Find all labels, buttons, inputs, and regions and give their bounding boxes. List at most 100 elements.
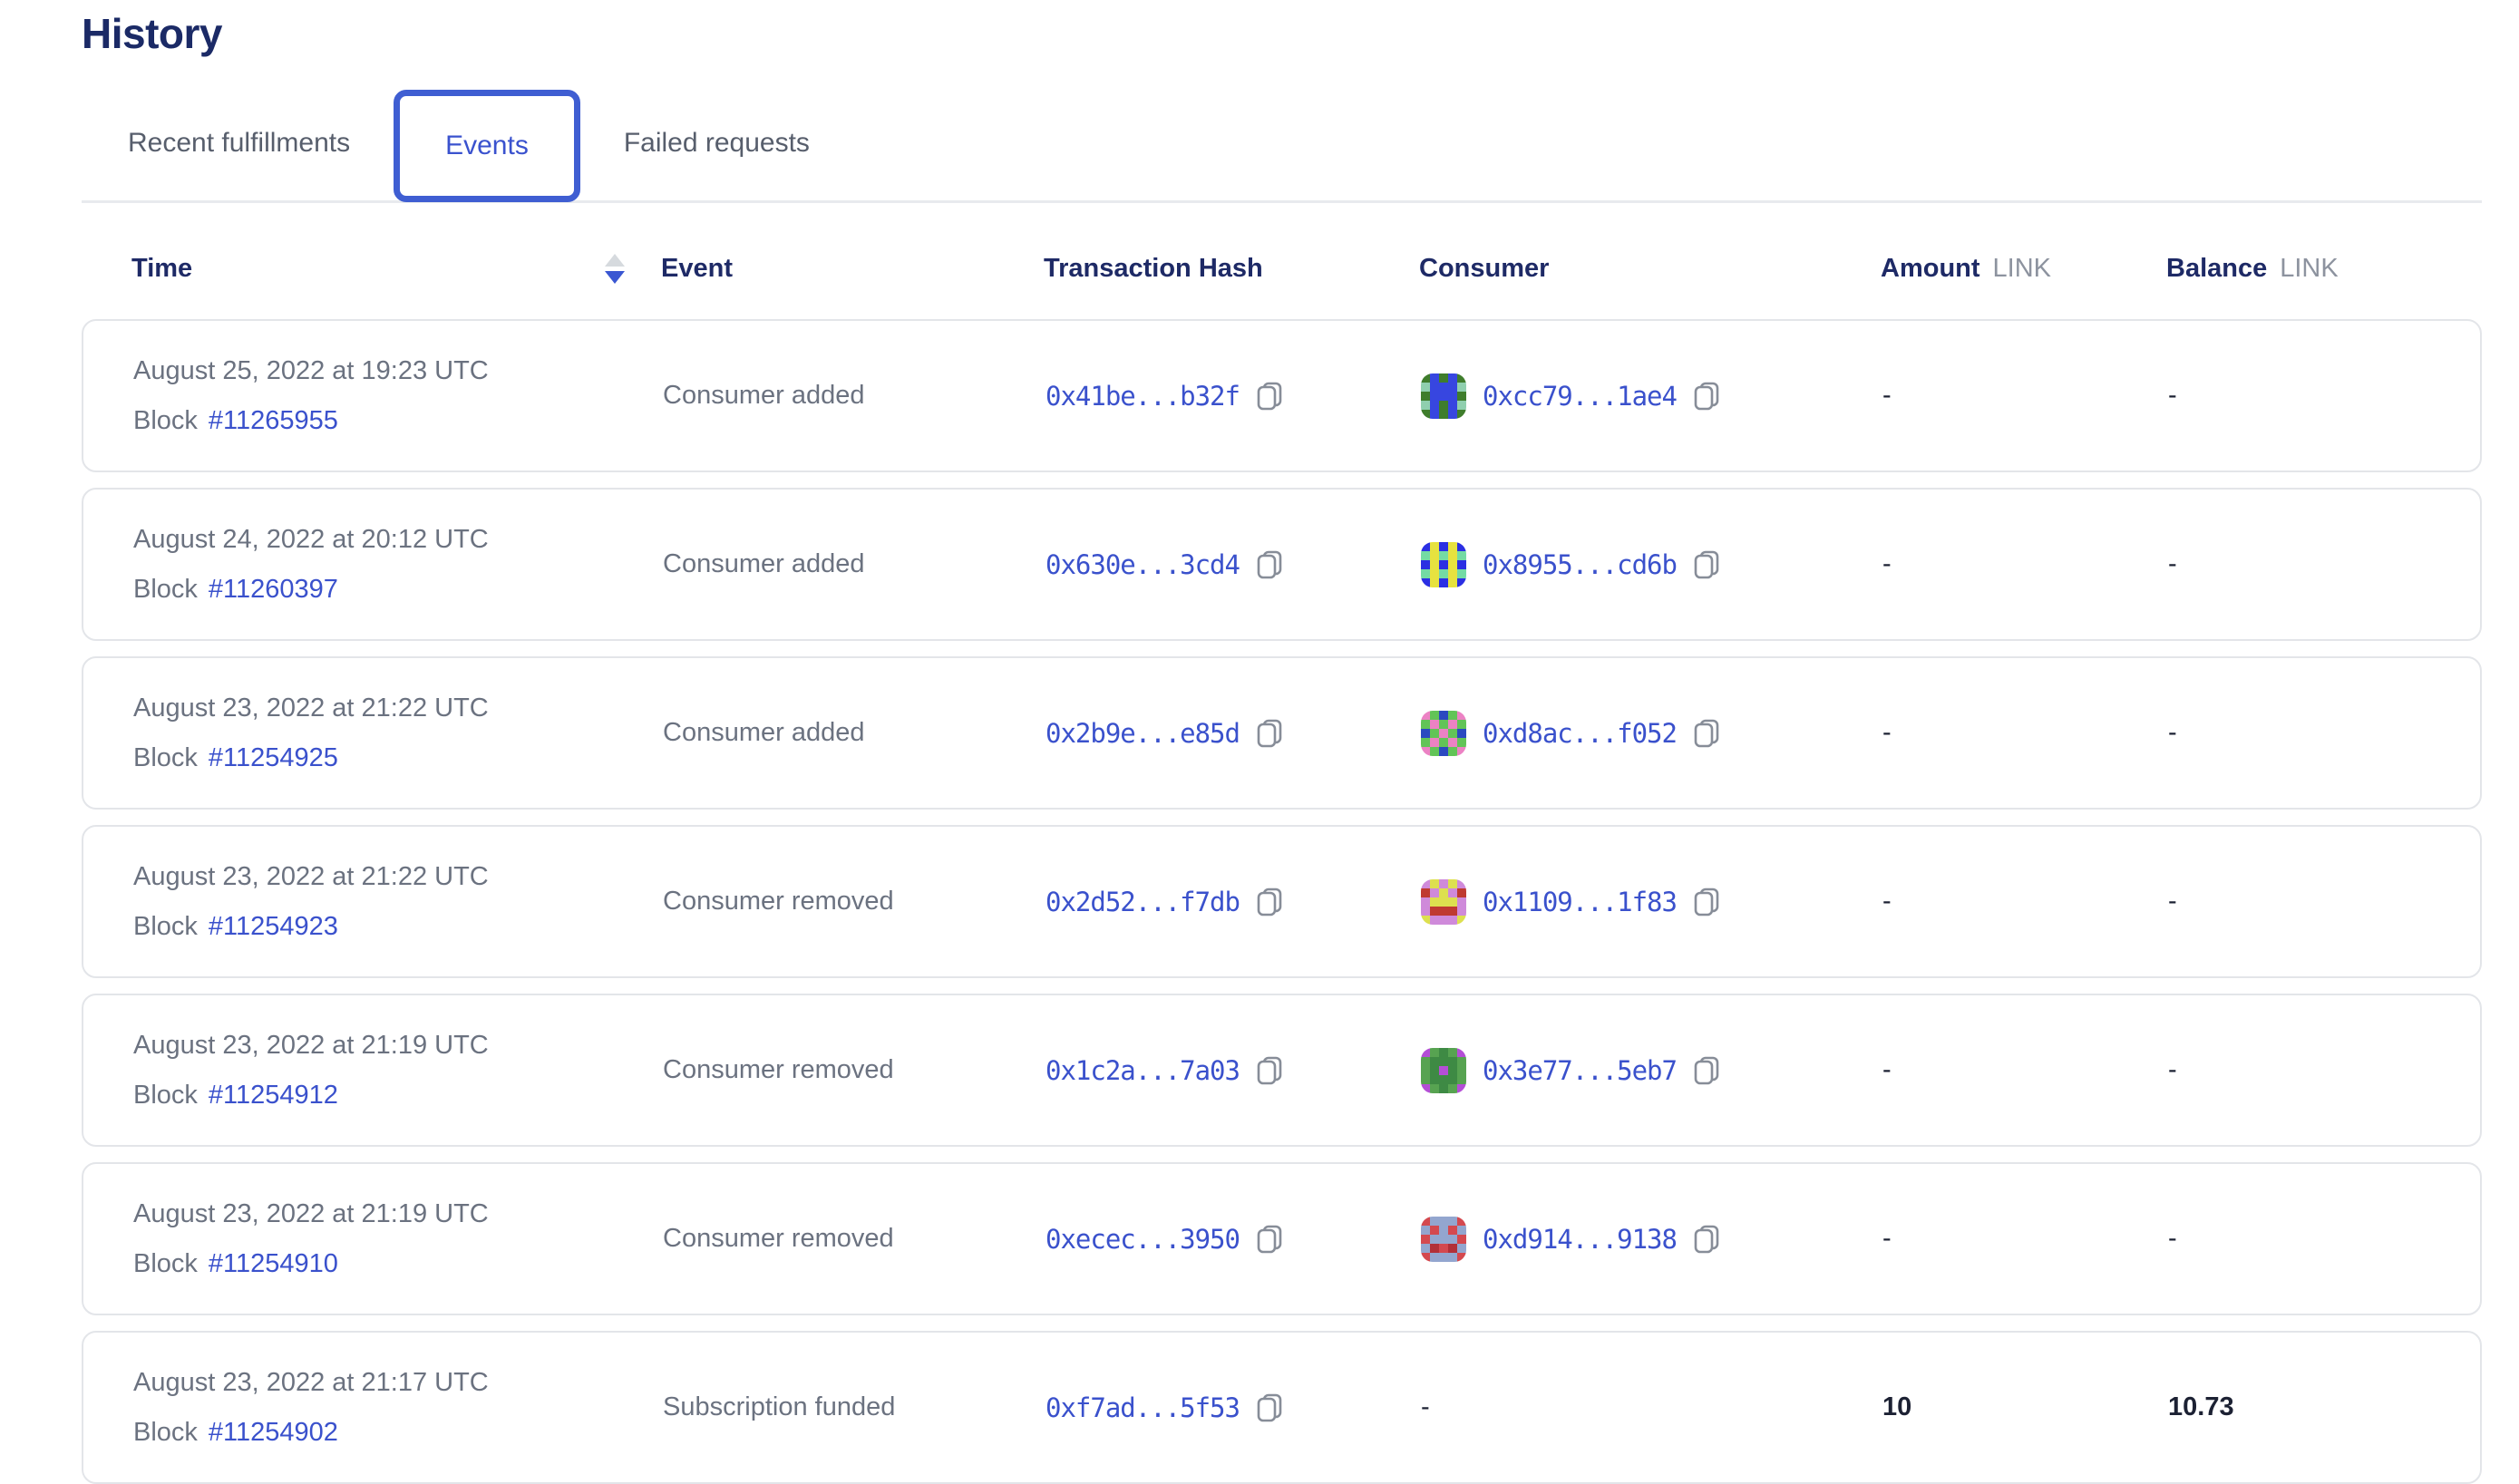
event-type: Consumer removed bbox=[663, 1224, 1046, 1254]
amount-unit-label: LINK bbox=[1993, 254, 2051, 284]
consumer-avatar bbox=[1421, 542, 1466, 587]
event-timestamp: August 25, 2022 at 19:23 UTC bbox=[133, 355, 663, 386]
table-row: August 23, 2022 at 21:19 UTC Block #1125… bbox=[82, 1162, 2482, 1315]
time-cell: August 23, 2022 at 21:17 UTC Block #1125… bbox=[133, 1367, 663, 1448]
tab-events[interactable]: Events bbox=[394, 90, 580, 202]
transaction-hash-cell: 0x2b9e...e85d bbox=[1046, 718, 1421, 749]
table-header: Time Event Transaction Hash Consumer Amo… bbox=[82, 254, 2482, 284]
copy-icon[interactable] bbox=[1693, 381, 1720, 412]
table-row: August 23, 2022 at 21:19 UTC Block #1125… bbox=[82, 994, 2482, 1147]
block-label: Block bbox=[133, 1080, 198, 1111]
time-cell: August 24, 2022 at 20:12 UTC Block #1126… bbox=[133, 524, 663, 605]
copy-icon[interactable] bbox=[1256, 887, 1283, 917]
consumer-avatar bbox=[1421, 373, 1466, 419]
copy-icon[interactable] bbox=[1693, 1055, 1720, 1086]
block-number-link[interactable]: #11260397 bbox=[209, 574, 338, 605]
table-row: August 23, 2022 at 21:22 UTC Block #1125… bbox=[82, 656, 2482, 810]
consumer-address-link[interactable]: 0xd8ac...f052 bbox=[1483, 718, 1677, 749]
transaction-hash-link[interactable]: 0x630e...3cd4 bbox=[1046, 549, 1240, 580]
event-timestamp: August 23, 2022 at 21:22 UTC bbox=[133, 693, 663, 723]
balance-unit-label: LINK bbox=[2280, 254, 2338, 284]
balance-value: - bbox=[2168, 1055, 2480, 1085]
tab-failed-requests[interactable]: Failed requests bbox=[580, 128, 853, 159]
column-header-amount: Amount LINK bbox=[1881, 254, 2166, 284]
balance-value: - bbox=[2168, 549, 2480, 579]
copy-icon[interactable] bbox=[1693, 1224, 1720, 1255]
amount-value: - bbox=[1882, 718, 2168, 748]
consumer-address-link[interactable]: 0xcc79...1ae4 bbox=[1483, 381, 1677, 412]
copy-icon[interactable] bbox=[1693, 887, 1720, 917]
amount-value: 10 bbox=[1882, 1392, 2168, 1422]
consumer-cell: 0x1109...1f83 bbox=[1421, 879, 1882, 925]
block-number-link[interactable]: #11265955 bbox=[209, 405, 338, 436]
block-number-link[interactable]: #11254923 bbox=[209, 911, 338, 942]
time-cell: August 25, 2022 at 19:23 UTC Block #1126… bbox=[133, 355, 663, 436]
balance-value: - bbox=[2168, 381, 2480, 411]
consumer-cell: 0xd8ac...f052 bbox=[1421, 711, 1882, 756]
tab-recent-fulfillments[interactable]: Recent fulfillments bbox=[82, 128, 394, 159]
balance-value: 10.73 bbox=[2168, 1392, 2480, 1422]
transaction-hash-link[interactable]: 0x2d52...f7db bbox=[1046, 887, 1240, 917]
transaction-hash-link[interactable]: 0xecec...3950 bbox=[1046, 1224, 1240, 1255]
amount-value: - bbox=[1882, 1224, 2168, 1254]
transaction-hash-link[interactable]: 0x2b9e...e85d bbox=[1046, 718, 1240, 749]
block-label: Block bbox=[133, 911, 198, 942]
block-number-link[interactable]: #11254925 bbox=[209, 742, 338, 773]
consumer-avatar bbox=[1421, 1048, 1466, 1093]
event-timestamp: August 23, 2022 at 21:17 UTC bbox=[133, 1367, 663, 1398]
history-page: History Recent fulfillments Events Faile… bbox=[0, 9, 2519, 1460]
block-label: Block bbox=[133, 742, 198, 773]
event-type: Consumer added bbox=[663, 381, 1046, 411]
block-number-link[interactable]: #11254910 bbox=[209, 1248, 338, 1279]
consumer-address-link[interactable]: 0x8955...cd6b bbox=[1483, 549, 1677, 580]
consumer-avatar bbox=[1421, 1217, 1466, 1262]
column-header-balance: Balance LINK bbox=[2166, 254, 2482, 284]
copy-icon[interactable] bbox=[1256, 718, 1283, 749]
transaction-hash-cell: 0xecec...3950 bbox=[1046, 1224, 1421, 1255]
balance-value: - bbox=[2168, 1224, 2480, 1254]
time-cell: August 23, 2022 at 21:22 UTC Block #1125… bbox=[133, 861, 663, 942]
block-number-link[interactable]: #11254912 bbox=[209, 1080, 338, 1111]
consumer-cell: - bbox=[1421, 1392, 1882, 1422]
transaction-hash-cell: 0x1c2a...7a03 bbox=[1046, 1055, 1421, 1086]
consumer-address-link[interactable]: 0x3e77...5eb7 bbox=[1483, 1055, 1677, 1086]
amount-value: - bbox=[1882, 549, 2168, 579]
block-label: Block bbox=[133, 405, 198, 436]
block-line: Block #11254925 bbox=[133, 742, 663, 773]
column-header-consumer: Consumer bbox=[1419, 254, 1881, 284]
table-row: August 23, 2022 at 21:22 UTC Block #1125… bbox=[82, 825, 2482, 978]
column-header-event: Event bbox=[661, 254, 1044, 284]
copy-icon[interactable] bbox=[1256, 1224, 1283, 1255]
consumer-cell: 0x3e77...5eb7 bbox=[1421, 1048, 1882, 1093]
block-number-link[interactable]: #11254902 bbox=[209, 1417, 338, 1448]
consumer-cell: 0xd914...9138 bbox=[1421, 1217, 1882, 1262]
copy-icon[interactable] bbox=[1256, 549, 1283, 580]
copy-icon[interactable] bbox=[1256, 381, 1283, 412]
transaction-hash-cell: 0x630e...3cd4 bbox=[1046, 549, 1421, 580]
table-row: August 24, 2022 at 20:12 UTC Block #1126… bbox=[82, 488, 2482, 641]
copy-icon[interactable] bbox=[1256, 1392, 1283, 1423]
event-timestamp: August 23, 2022 at 21:22 UTC bbox=[133, 861, 663, 892]
transaction-hash-link[interactable]: 0x1c2a...7a03 bbox=[1046, 1055, 1240, 1086]
transaction-hash-link[interactable]: 0xf7ad...5f53 bbox=[1046, 1392, 1240, 1423]
balance-value: - bbox=[2168, 718, 2480, 748]
block-line: Block #11254923 bbox=[133, 911, 663, 942]
event-timestamp: August 23, 2022 at 21:19 UTC bbox=[133, 1198, 663, 1229]
copy-icon[interactable] bbox=[1256, 1055, 1283, 1086]
block-line: Block #11254910 bbox=[133, 1248, 663, 1279]
copy-icon[interactable] bbox=[1693, 718, 1720, 749]
block-label: Block bbox=[133, 1248, 198, 1279]
sort-descending-icon[interactable] bbox=[605, 254, 625, 284]
time-cell: August 23, 2022 at 21:19 UTC Block #1125… bbox=[133, 1198, 663, 1279]
consumer-cell: 0x8955...cd6b bbox=[1421, 542, 1882, 587]
transaction-hash-link[interactable]: 0x41be...b32f bbox=[1046, 381, 1240, 412]
block-label: Block bbox=[133, 1417, 198, 1448]
copy-icon[interactable] bbox=[1693, 549, 1720, 580]
event-type: Subscription funded bbox=[663, 1392, 1046, 1422]
consumer-address-link[interactable]: 0xd914...9138 bbox=[1483, 1224, 1677, 1255]
sort-up-arrow-icon bbox=[605, 254, 625, 267]
block-label: Block bbox=[133, 574, 198, 605]
event-type: Consumer added bbox=[663, 549, 1046, 579]
amount-value: - bbox=[1882, 381, 2168, 411]
consumer-address-link[interactable]: 0x1109...1f83 bbox=[1483, 887, 1677, 917]
